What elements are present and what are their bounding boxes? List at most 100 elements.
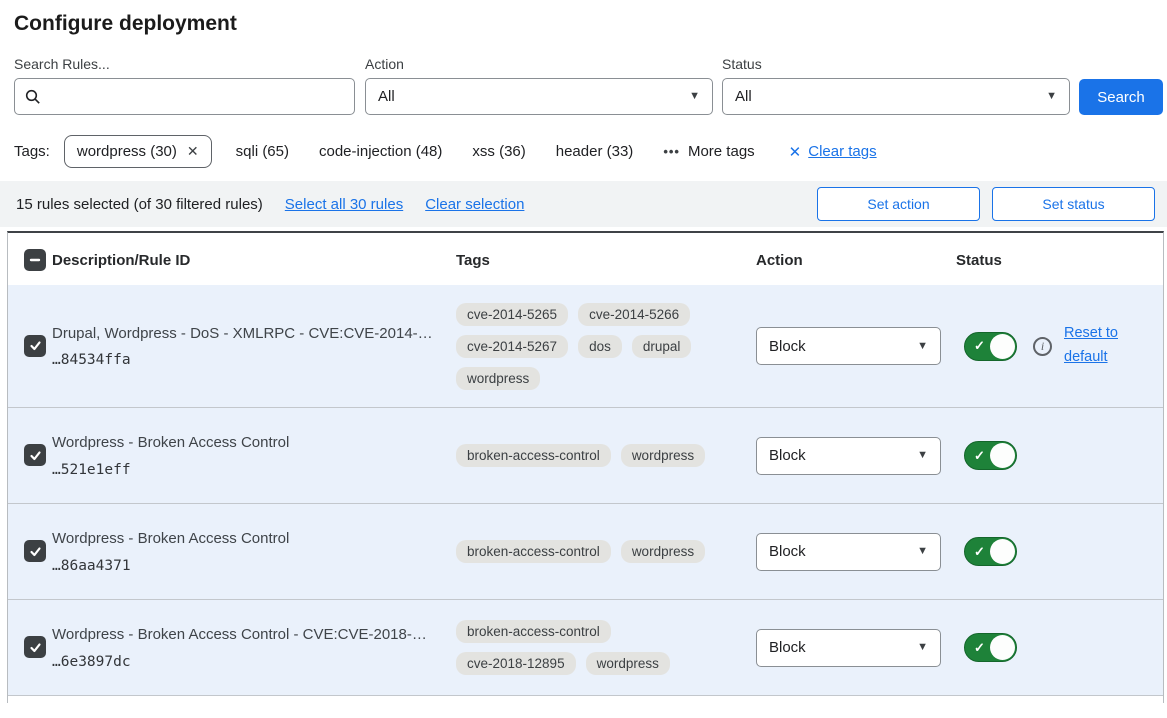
search-rules-field: Search Rules... xyxy=(14,56,365,115)
select-all-link[interactable]: Select all 30 rules xyxy=(285,196,403,213)
tag-filter-option[interactable]: code-injection (48) xyxy=(319,143,442,160)
tags-bar: Tags: wordpress (30) ✕ sqli (65) code-inj… xyxy=(0,115,1167,168)
tag-filter-option[interactable]: xss (36) xyxy=(472,143,525,160)
rule-tags: broken-access-control cve-2018-12895 wordp… xyxy=(456,608,728,687)
rules-table: Description/Rule ID Tags Action Status D… xyxy=(7,231,1164,703)
status-toggle[interactable]: ✓ xyxy=(964,633,1017,662)
tag-chip: cve-2014-5266 xyxy=(578,303,690,326)
set-status-button[interactable]: Set status xyxy=(992,187,1155,221)
rule-description: Wordpress - Broken Access Control xyxy=(52,529,436,549)
ellipsis-icon: ••• xyxy=(663,144,680,159)
row-checkbox[interactable] xyxy=(24,444,46,466)
action-select[interactable]: Block▼ xyxy=(756,629,941,667)
rule-id: …84534ffa xyxy=(52,352,436,368)
header-tags: Tags xyxy=(456,250,756,269)
reset-to-default-link[interactable]: Reset to default xyxy=(1064,322,1126,370)
table-body: Drupal, Wordpress - DoS - XMLRPC - CVE:C… xyxy=(8,285,1163,695)
rule-description: Wordpress - Broken Access Control xyxy=(52,433,436,453)
row-checkbox[interactable] xyxy=(24,540,46,562)
tag-chip: cve-2018-12895 xyxy=(456,652,576,675)
table-row: Wordpress - Broken Access Control - CVE:… xyxy=(8,599,1163,695)
more-tags-label: More tags xyxy=(688,143,755,160)
rule-id: …86aa4371 xyxy=(52,558,436,574)
rule-tags: cve-2014-5265cve-2014-5266cve-2014-5267d… xyxy=(456,291,728,402)
rule-tags: broken-access-control wordpress xyxy=(456,432,728,479)
tag-chip: broken-access-control xyxy=(456,444,611,467)
tag-filter-option[interactable]: header (33) xyxy=(556,143,634,160)
remove-tag-icon[interactable]: ✕ xyxy=(187,143,199,160)
header-action: Action xyxy=(756,250,956,269)
status-filter-field: Status All ▼ xyxy=(722,56,1079,115)
row-checkbox[interactable] xyxy=(24,335,46,357)
tag-options: sqli (65) code-injection (48) xss (36) head… xyxy=(236,143,664,160)
more-tags-button[interactable]: ••• More tags xyxy=(663,143,754,160)
rule-id: …521e1eff xyxy=(52,462,436,478)
page-title: Configure deployment xyxy=(0,0,1167,36)
toggle-knob xyxy=(990,539,1015,564)
table-header-row: Description/Rule ID Tags Action Status xyxy=(8,233,1163,285)
search-button[interactable]: Search xyxy=(1079,79,1163,115)
rule-tags: broken-access-control wordpress xyxy=(456,528,728,575)
status-filter-value: All xyxy=(735,88,752,105)
tag-chip: broken-access-control xyxy=(456,540,611,563)
tag-filter-option[interactable]: sqli (65) xyxy=(236,143,289,160)
chevron-down-icon: ▼ xyxy=(917,546,928,557)
tag-chip: drupal xyxy=(632,335,692,358)
set-action-button[interactable]: Set action xyxy=(817,187,980,221)
check-icon: ✓ xyxy=(974,640,985,656)
header-description: Description/Rule ID xyxy=(52,250,456,269)
status-toggle[interactable]: ✓ xyxy=(964,441,1017,470)
toggle-knob xyxy=(990,443,1015,468)
table-row: Drupal, Wordpress - DoS - XMLRPC - CVE:C… xyxy=(8,285,1163,407)
clear-tags-button[interactable]: ✕ Clear tags xyxy=(789,143,877,161)
action-filter-label: Action xyxy=(365,56,722,72)
configure-deployment-page: Configure deployment Search Rules... Act… xyxy=(0,0,1167,718)
action-filter-field: Action All ▼ xyxy=(365,56,722,115)
tag-chip: wordpress xyxy=(586,652,670,675)
check-icon: ✓ xyxy=(974,544,985,560)
rule-id: …6e3897dc xyxy=(52,654,436,670)
tag-chip: wordpress xyxy=(621,444,705,467)
chevron-down-icon: ▼ xyxy=(917,341,928,352)
clear-tags-label: Clear tags xyxy=(808,143,876,160)
info-icon: i xyxy=(1033,337,1052,356)
check-icon: ✓ xyxy=(974,338,985,354)
search-rules-textbox[interactable] xyxy=(49,88,344,105)
header-status: Status xyxy=(956,250,1163,269)
action-select-value: Block xyxy=(769,447,806,464)
select-all-checkbox[interactable] xyxy=(24,249,46,271)
tag-chip: broken-access-control xyxy=(456,620,611,643)
selected-tag-chip[interactable]: wordpress (30) ✕ xyxy=(64,135,212,168)
next-row-partial xyxy=(8,695,1163,703)
tag-chip: wordpress xyxy=(621,540,705,563)
action-select[interactable]: Block ▼ xyxy=(756,533,941,571)
tag-chip: wordpress xyxy=(456,367,540,390)
check-icon: ✓ xyxy=(974,448,985,464)
chevron-down-icon: ▼ xyxy=(917,450,928,461)
row-checkbox[interactable] xyxy=(24,636,46,658)
status-toggle[interactable]: ✓ xyxy=(964,332,1017,361)
action-select-value: Block xyxy=(769,338,806,355)
table-row: Wordpress - Broken Access Control …521e1e… xyxy=(8,407,1163,503)
toggle-knob xyxy=(990,334,1015,359)
tag-chip: dos xyxy=(578,335,622,358)
status-toggle[interactable]: ✓ xyxy=(964,537,1017,566)
search-icon xyxy=(25,89,41,105)
rule-description: Drupal, Wordpress - DoS - XMLRPC - CVE:C… xyxy=(52,324,436,344)
chevron-down-icon: ▼ xyxy=(1046,91,1057,102)
action-filter-dropdown[interactable]: All ▼ xyxy=(365,78,713,115)
action-select[interactable]: Block ▼ xyxy=(756,437,941,475)
filter-bar: Search Rules... Action All ▼ Status All … xyxy=(0,36,1167,115)
selection-bar: 15 rules selected (of 30 filtered rules)… xyxy=(0,181,1167,227)
table-row: Wordpress - Broken Access Control …86aa43… xyxy=(8,503,1163,599)
status-filter-dropdown[interactable]: All ▼ xyxy=(722,78,1070,115)
clear-selection-link[interactable]: Clear selection xyxy=(425,196,524,213)
close-icon: ✕ xyxy=(789,143,802,161)
action-select-value: Block xyxy=(769,543,806,560)
action-select[interactable]: Block ▼ xyxy=(756,327,941,365)
tags-label: Tags: xyxy=(14,143,50,160)
search-rules-input[interactable] xyxy=(14,78,355,115)
chevron-down-icon: ▼ xyxy=(689,91,700,102)
chevron-down-icon: ▼ xyxy=(917,642,928,653)
tag-chip: cve-2014-5267 xyxy=(456,335,568,358)
